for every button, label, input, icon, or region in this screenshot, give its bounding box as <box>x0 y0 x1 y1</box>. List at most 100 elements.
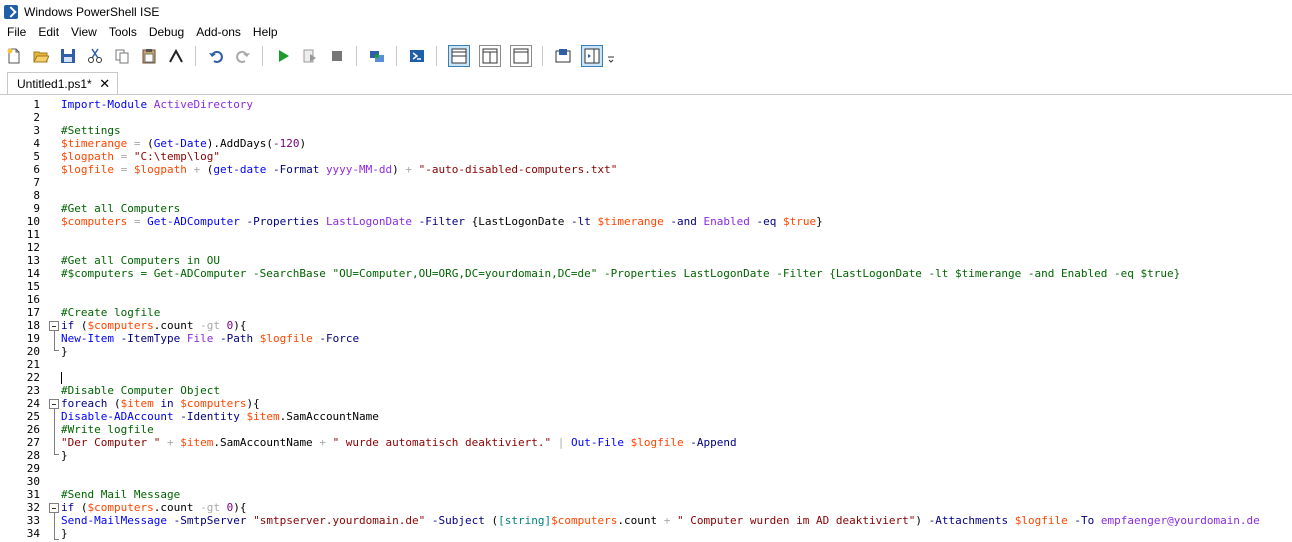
stop-icon[interactable] <box>328 47 346 65</box>
code-line[interactable]: #Send Mail Message <box>61 488 180 501</box>
redo-icon[interactable] <box>234 47 252 65</box>
code-token: -lt <box>570 215 591 228</box>
code-token: AddDays <box>219 137 267 150</box>
code-token: $timerange <box>61 137 128 150</box>
undo-icon[interactable] <box>207 47 225 65</box>
code-line[interactable]: } <box>61 449 68 462</box>
code-line[interactable]: #$computers = Get-ADComputer -SearchBase… <box>61 267 1180 280</box>
remote-tab-icon[interactable] <box>368 47 386 65</box>
overflow-icon[interactable] <box>607 47 615 65</box>
line-number: 16 <box>26 293 40 306</box>
code-line[interactable]: } <box>61 345 68 358</box>
show-commands-icon[interactable] <box>554 47 572 65</box>
new-file-icon[interactable] <box>5 47 23 65</box>
code-line[interactable]: #Disable Computer Object <box>61 384 220 397</box>
code-area[interactable]: Import-Module ActiveDirectory #Settings $t… <box>61 95 1292 542</box>
code-token: $true <box>782 215 817 228</box>
code-token: Out-File <box>570 436 624 449</box>
code-line[interactable]: $timerange = (Get-Date).AddDays(-120) <box>61 137 306 150</box>
code-line[interactable]: #Get all Computers in OU <box>61 254 220 267</box>
code-token: . <box>213 436 220 449</box>
layout-max-icon[interactable] <box>510 44 532 67</box>
script-editor[interactable]: 1 2 3 4 5 6 7 8 9 10 11 12 13 14 15 16 17 18 19 20 21 22 23 24 2… <box>0 95 1292 542</box>
code-line[interactable]: #Create logfile <box>61 306 160 319</box>
code-token: #$computers = Get-ADComputer -SearchBase… <box>61 267 1181 280</box>
code-line[interactable]: New-Item -ItemType File -Path $logfile -… <box>61 332 359 345</box>
save-icon[interactable] <box>59 47 77 65</box>
code-token: $computers <box>180 397 247 410</box>
code-token: + <box>166 436 174 449</box>
toolbar <box>0 42 1292 69</box>
open-folder-icon[interactable] <box>32 47 50 65</box>
code-line[interactable]: $logfile = $logpath + (get-date -Format … <box>61 163 617 176</box>
fold-guide-line <box>54 409 55 454</box>
code-line[interactable]: foreach ($item in $computers){ <box>61 397 260 410</box>
code-line[interactable]: if ($computers.count -gt 0){ <box>61 501 246 514</box>
code-line[interactable]: #Get all Computers <box>61 202 180 215</box>
line-number: 20 <box>26 345 40 358</box>
code-token: if <box>61 501 75 514</box>
line-number: 32 <box>26 501 40 514</box>
line-number: 28 <box>26 449 40 462</box>
code-token: Send-MailMessage <box>61 514 167 527</box>
fold-toggle-icon[interactable] <box>49 321 59 331</box>
code-token: empfaenger@yourdomain.de <box>1100 514 1260 527</box>
code-line[interactable]: Import-Module ActiveDirectory <box>61 98 253 111</box>
clear-console-icon[interactable] <box>167 47 185 65</box>
menu-help[interactable]: Help <box>247 23 284 42</box>
tab-untitled1[interactable]: Untitled1.ps1* ✕ <box>7 72 118 95</box>
layout-top-icon[interactable] <box>448 44 470 67</box>
code-line[interactable]: #Settings <box>61 124 121 137</box>
code-token: "smtpserver.yourdomain.de" <box>253 514 426 527</box>
line-number: 13 <box>26 254 40 267</box>
line-number: 5 <box>33 150 40 163</box>
layout-right-icon[interactable] <box>479 44 501 67</box>
fold-toggle-icon[interactable] <box>49 503 59 513</box>
title-bar: Windows PowerShell ISE <box>0 0 1292 23</box>
toolbar-separator <box>195 45 196 66</box>
code-token: New-Item <box>61 332 114 345</box>
line-number: 22 <box>26 371 40 384</box>
code-token: ){ <box>246 397 260 410</box>
code-token: #Get all Computers <box>61 202 181 215</box>
line-number: 4 <box>33 137 40 150</box>
menu-view[interactable]: View <box>65 23 103 42</box>
code-line[interactable]: Disable-ADAccount -Identity $item.SamAcc… <box>61 410 379 423</box>
menu-tools[interactable]: Tools <box>103 23 143 42</box>
code-line[interactable]: Send-MailMessage -SmtpServer "smtpserver… <box>61 514 1260 527</box>
fold-toggle-icon[interactable] <box>49 399 59 409</box>
line-number: 33 <box>26 514 40 527</box>
code-token: in <box>160 397 174 410</box>
code-token: if <box>61 319 75 332</box>
code-line[interactable]: #Write logfile <box>61 423 154 436</box>
copy-icon[interactable] <box>113 47 131 65</box>
code-token: $item <box>180 436 214 449</box>
run-selection-icon[interactable] <box>301 47 319 65</box>
run-icon[interactable] <box>274 47 292 65</box>
line-number: 3 <box>33 124 40 137</box>
menu-edit[interactable]: Edit <box>32 23 65 42</box>
cut-icon[interactable] <box>86 47 104 65</box>
line-number: 21 <box>26 358 40 371</box>
code-line[interactable]: } <box>61 527 68 540</box>
powershell-icon[interactable] <box>408 47 426 65</box>
code-line[interactable]: $computers = Get-ADComputer -Properties … <box>61 215 823 228</box>
close-icon[interactable]: ✕ <box>99 77 111 91</box>
code-line[interactable]: $logpath = "C:\temp\log" <box>61 150 220 163</box>
code-line[interactable]: "Der Computer " + $item.SamAccountName +… <box>61 436 737 449</box>
menu-add-ons[interactable]: Add-ons <box>190 23 247 42</box>
menu-file[interactable]: File <box>0 23 32 42</box>
code-token: -Identity <box>180 410 240 423</box>
code-line[interactable]: if ($computers.count -gt 0){ <box>61 319 246 332</box>
code-token: $logpath <box>61 150 114 163</box>
menu-debug[interactable]: Debug <box>143 23 190 42</box>
show-addon-icon[interactable] <box>581 44 603 67</box>
line-number: 10 <box>26 215 40 228</box>
paste-icon[interactable] <box>140 47 158 65</box>
